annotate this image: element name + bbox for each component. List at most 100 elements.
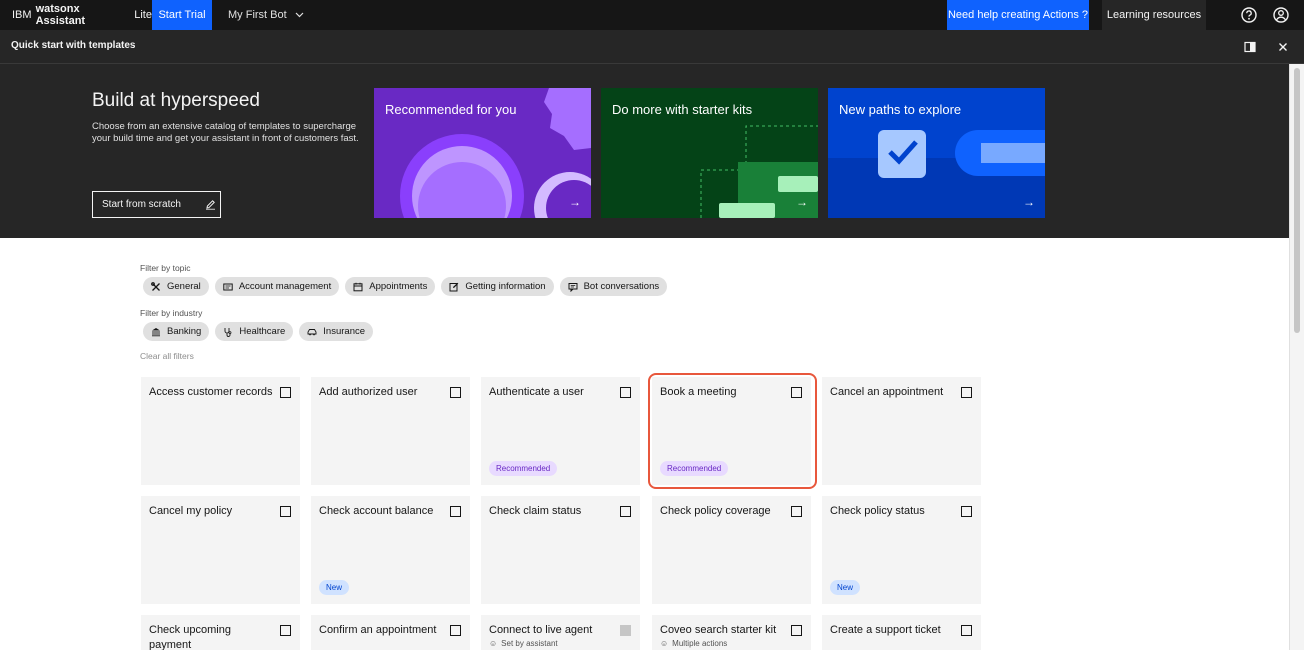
chip-label: Banking (167, 326, 202, 337)
filter-chip-healthcare[interactable]: Healthcare (215, 322, 294, 341)
chip-label: Insurance (323, 326, 366, 337)
template-name: Cancel an appointment (830, 386, 944, 398)
filter-chip-banking[interactable]: Banking (143, 322, 210, 341)
brand-prefix: IBM (12, 9, 32, 21)
edit-pencil-icon (205, 200, 215, 210)
close-icon[interactable] (1277, 41, 1289, 53)
user-profile-icon[interactable] (1272, 6, 1290, 24)
card-caption: New paths to explore (839, 102, 962, 117)
bank-icon (152, 327, 160, 336)
hero-title: Build at hyperspeed (92, 90, 260, 111)
start-trial-button[interactable]: Start Trial (152, 0, 212, 30)
hero-banner: Build at hyperspeed Choose from an exten… (0, 64, 1289, 238)
template-checkbox[interactable] (791, 506, 802, 517)
chip-label: Bot conversations (583, 281, 660, 292)
template-name: Access customer records (149, 386, 273, 398)
template-name: Coveo search starter kit (660, 624, 777, 636)
filter-chip-bot-conversations[interactable]: Bot conversations (559, 277, 668, 296)
template-checkbox[interactable] (961, 625, 972, 636)
selection-highlight-outline (648, 373, 817, 489)
panel-title: Quick start with templates (11, 40, 136, 51)
template-tile[interactable]: Cancel my policy (141, 496, 300, 604)
template-checkbox[interactable] (620, 506, 631, 517)
template-tile[interactable]: Cancel an appointment (822, 377, 981, 485)
filter-by-industry-label: Filter by industry (140, 308, 203, 318)
filter-chip-insurance[interactable]: Insurance (299, 322, 374, 341)
arrow-right-icon: → (1023, 195, 1035, 209)
bot-selector-dropdown[interactable]: My First Bot (228, 9, 304, 21)
template-checkbox[interactable] (961, 387, 972, 398)
start-from-scratch-button[interactable]: Start from scratch (92, 191, 221, 218)
template-tile[interactable]: Access customer records (141, 377, 300, 485)
template-checkbox[interactable] (450, 506, 461, 517)
template-name: Connect to live agent (489, 624, 593, 636)
template-tile[interactable]: Check account balance New (311, 496, 470, 604)
chat-icon (568, 282, 578, 292)
brand-plan: Lite (134, 9, 152, 21)
templates-panel-header: Quick start with templates (0, 30, 1304, 64)
new-paths-card[interactable]: New paths to explore → (828, 88, 1045, 218)
need-help-actions-button[interactable]: Need help creating Actions ? (947, 0, 1089, 30)
template-name: Check policy status (830, 505, 925, 517)
topic-filter-row: General Account management Appointments … (143, 277, 668, 296)
learning-resources-button[interactable]: Learning resources (1102, 0, 1206, 30)
start-from-scratch-label: Start from scratch (102, 199, 181, 210)
new-tag: New (830, 580, 861, 595)
template-tile[interactable]: Connect to live agent ☺ Set by assistant (481, 615, 640, 650)
template-checkbox[interactable] (961, 506, 972, 517)
template-tile[interactable]: Add authorized user (311, 377, 470, 485)
recommended-tag: Recommended (489, 461, 558, 476)
template-meta: ☺ Multiple actions (660, 639, 727, 648)
clear-all-filters-link[interactable]: Clear all filters (140, 351, 194, 361)
chevron-down-icon (295, 12, 304, 18)
bot-name: My First Bot (228, 9, 287, 21)
filter-chip-account-management[interactable]: Account management (214, 277, 340, 296)
template-checkbox[interactable] (620, 387, 631, 398)
arrow-right-icon: → (796, 195, 808, 209)
template-name: Check upcoming payment (149, 624, 231, 650)
card-caption: Recommended for you (385, 102, 517, 117)
filter-chip-general[interactable]: General (143, 277, 209, 296)
recommended-for-you-card[interactable]: Recommended for you → (374, 88, 591, 218)
actions-icon: ☺ (660, 639, 669, 648)
template-name: Check policy coverage (660, 505, 771, 517)
starter-kits-card[interactable]: Do more with starter kits → (601, 88, 818, 218)
card-caption: Do more with starter kits (612, 102, 753, 117)
template-tile[interactable]: Confirm an appointment (311, 615, 470, 650)
template-name: Check claim status (489, 505, 582, 517)
side-panel-toggle-icon[interactable] (1244, 41, 1256, 53)
template-name: Add authorized user (319, 386, 418, 398)
template-checkbox[interactable] (450, 387, 461, 398)
template-name: Authenticate a user (489, 386, 584, 398)
template-tile[interactable]: Check claim status (481, 496, 640, 604)
template-tile[interactable]: Authenticate a user Recommended (481, 377, 640, 485)
filter-chip-appointments[interactable]: Appointments (345, 277, 436, 296)
template-tile[interactable]: Check policy coverage (652, 496, 811, 604)
template-tile[interactable]: Check policy status New (822, 496, 981, 604)
filter-chip-getting-information[interactable]: Getting information (441, 277, 554, 296)
template-checkbox[interactable] (280, 387, 291, 398)
meta-label: Set by assistant (501, 639, 558, 648)
id-card-icon (223, 283, 233, 290)
template-tile[interactable]: Create a support ticket (822, 615, 981, 650)
template-name: Cancel my policy (149, 505, 233, 517)
vertical-scrollbar[interactable] (1289, 64, 1304, 650)
brand-name: watsonx Assistant (35, 3, 86, 27)
assistant-icon: ☺ (489, 639, 498, 648)
template-checkbox[interactable] (280, 625, 291, 636)
scrollbar-thumb[interactable] (1294, 68, 1300, 333)
template-checkbox[interactable] (450, 625, 461, 636)
chip-label: Getting information (465, 281, 546, 292)
help-icon[interactable] (1240, 6, 1258, 24)
car-icon (307, 328, 317, 335)
tools-icon (151, 281, 160, 291)
template-checkbox[interactable] (280, 506, 291, 517)
template-tile[interactable]: Coveo search starter kit ☺ Multiple acti… (652, 615, 811, 650)
template-checkbox[interactable] (791, 625, 802, 636)
template-name: Check account balance (319, 505, 434, 517)
arrow-right-icon: → (569, 195, 581, 209)
template-name: Confirm an appointment (319, 624, 437, 636)
new-tag: New (319, 580, 350, 595)
chip-label: General (167, 281, 201, 292)
template-tile[interactable]: Check upcoming payment (141, 615, 300, 650)
